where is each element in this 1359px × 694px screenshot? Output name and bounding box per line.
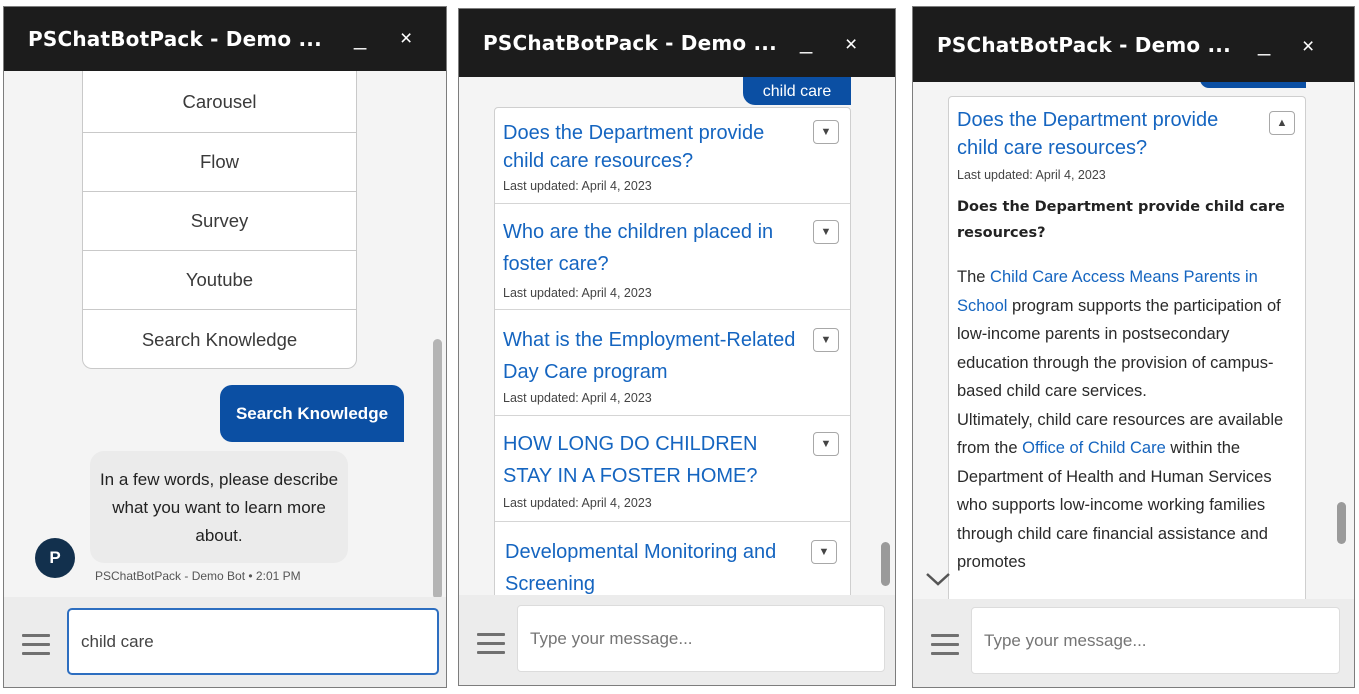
chevron-down-icon[interactable]: ▼ <box>811 540 837 564</box>
chat-window-3: PSChatBotPack - Demo ... _ × Does the De… <box>912 6 1355 688</box>
bot-avatar: P <box>35 538 75 578</box>
chat-header: PSChatBotPack - Demo ... _ × <box>459 9 895 77</box>
bot-message-bubble: In a few words, please describe what you… <box>90 451 348 563</box>
menu-icon[interactable] <box>931 634 959 655</box>
message-meta: PSChatBotPack - Demo Bot • 2:01 PM <box>95 569 301 583</box>
chevron-down-icon[interactable]: ▼ <box>813 220 839 244</box>
article-title-link[interactable]: Developmental Monitoring and Screening <box>505 536 810 595</box>
chat-footer <box>459 595 895 685</box>
scroll-down-chevron-icon[interactable] <box>925 566 951 592</box>
chevron-down-icon[interactable]: ▼ <box>813 432 839 456</box>
knowledge-result: Who are the children placed in foster ca… <box>495 204 850 310</box>
chat-messages[interactable]: Does the Department provide child care r… <box>913 82 1354 599</box>
article-link[interactable]: Office of Child Care <box>1022 439 1166 457</box>
menu-option-flow[interactable]: Flow <box>83 133 356 192</box>
window-title: PSChatBotPack - Demo ... <box>937 32 1231 57</box>
article-date: Last updated: April 4, 2023 <box>957 168 1106 182</box>
article-title-link[interactable]: HOW LONG DO CHILDREN STAY IN A FOSTER HO… <box>503 428 808 492</box>
scrollbar-thumb[interactable] <box>1337 502 1346 544</box>
window-title: PSChatBotPack - Demo ... <box>28 27 322 51</box>
menu-option-carousel[interactable]: Carousel <box>83 71 356 133</box>
user-message-bubble <box>1200 82 1306 88</box>
knowledge-result: HOW LONG DO CHILDREN STAY IN A FOSTER HO… <box>495 416 850 522</box>
article-body: The Child Care Access Means Parents in S… <box>957 263 1297 577</box>
close-button[interactable]: × <box>400 27 412 51</box>
knowledge-result: Developmental Monitoring and Screening ▼ <box>495 522 850 595</box>
article-date: Last updated: April 4, 2023 <box>503 496 652 510</box>
knowledge-article-expanded: Does the Department provide child care r… <box>948 96 1306 599</box>
minimize-button[interactable]: _ <box>354 25 366 51</box>
message-input[interactable] <box>517 605 885 672</box>
chat-window-2: PSChatBotPack - Demo ... _ × child care … <box>458 8 896 686</box>
minimize-button[interactable]: _ <box>800 29 812 55</box>
article-title-link[interactable]: Who are the children placed in foster ca… <box>503 216 808 280</box>
menu-option-survey[interactable]: Survey <box>83 192 356 251</box>
article-heading: Does the Department provide child care r… <box>957 199 1285 241</box>
knowledge-result: What is the Employment-Related Day Care … <box>495 310 850 416</box>
menu-options-list: Carousel Flow Survey Youtube Search Know… <box>82 71 357 369</box>
close-button[interactable]: × <box>845 33 857 57</box>
chat-header: PSChatBotPack - Demo ... _ × <box>4 7 446 71</box>
chat-footer <box>913 599 1354 687</box>
article-title-link[interactable]: What is the Employment-Related Day Care … <box>503 324 808 388</box>
article-date: Last updated: April 4, 2023 <box>503 286 652 300</box>
menu-option-youtube[interactable]: Youtube <box>83 251 356 310</box>
chat-header: PSChatBotPack - Demo ... _ × <box>913 7 1354 82</box>
article-title-link[interactable]: Does the Department provide child care r… <box>503 119 808 175</box>
scrollbar-thumb[interactable] <box>881 542 890 586</box>
message-input[interactable] <box>971 607 1340 674</box>
chat-window-1: PSChatBotPack - Demo ... _ × Carousel Fl… <box>3 6 447 688</box>
article-title-link[interactable]: Does the Department provide child care r… <box>957 106 1262 162</box>
scrollbar-thumb[interactable] <box>433 339 442 597</box>
menu-icon[interactable] <box>22 634 50 655</box>
chevron-down-icon[interactable]: ▼ <box>813 328 839 352</box>
knowledge-results-list: Does the Department provide child care r… <box>494 107 851 595</box>
user-message-bubble: Search Knowledge <box>220 385 404 442</box>
menu-icon[interactable] <box>477 633 505 654</box>
minimize-button[interactable]: _ <box>1258 31 1270 57</box>
close-button[interactable]: × <box>1302 35 1314 59</box>
message-input[interactable] <box>67 608 439 675</box>
user-message-bubble: child care <box>743 77 851 105</box>
article-text: The <box>957 268 991 286</box>
chat-messages[interactable]: child care Does the Department provide c… <box>459 77 895 595</box>
window-title: PSChatBotPack - Demo ... <box>483 31 777 55</box>
chat-footer <box>4 597 446 687</box>
article-date: Last updated: April 4, 2023 <box>503 391 652 405</box>
chevron-up-icon[interactable]: ▲ <box>1269 111 1295 135</box>
menu-option-search-knowledge[interactable]: Search Knowledge <box>83 310 356 369</box>
article-text: within the Department of Health and Huma… <box>957 439 1272 571</box>
chevron-down-icon[interactable]: ▼ <box>813 120 839 144</box>
chat-messages[interactable]: Carousel Flow Survey Youtube Search Know… <box>4 71 446 597</box>
knowledge-result: Does the Department provide child care r… <box>495 108 850 204</box>
article-date: Last updated: April 4, 2023 <box>503 179 652 193</box>
